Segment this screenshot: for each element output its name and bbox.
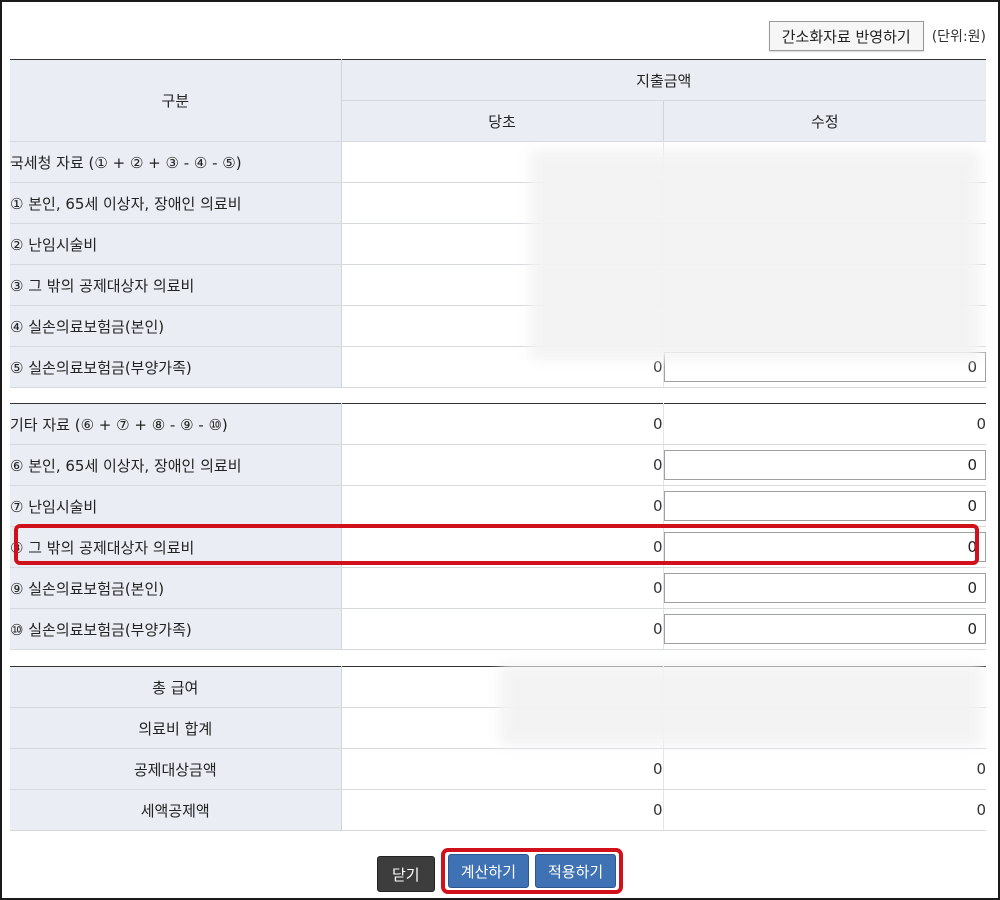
row-label: 총 급여 — [10, 666, 342, 708]
row-label: 세액공제액 — [10, 789, 342, 831]
row-label: ⑥ 본인, 65세 이상자, 장애인 의료비 — [10, 444, 342, 486]
table-row: ⑨ 실손의료보험금(본인) 0 — [10, 567, 986, 609]
table-row: ⑥ 본인, 65세 이상자, 장애인 의료비 0 — [10, 444, 986, 486]
header-category: 구분 — [10, 59, 342, 142]
modified-input[interactable] — [663, 450, 986, 480]
original-value: 0 — [341, 567, 664, 609]
original-value: 0 — [341, 403, 664, 445]
action-bar: 닫기 계산하기 적용하기 — [0, 848, 1000, 894]
header-modified: 수정 — [663, 100, 987, 142]
original-value: 0 — [341, 789, 664, 831]
modified-input[interactable] — [663, 573, 986, 603]
table-row: 공제대상금액 0 0 — [10, 748, 986, 790]
table-row: ⑧ 그 밖의 공제대상자 의료비 0 — [10, 526, 986, 568]
row-label: 국세청 자료 (① + ② + ③ - ④ - ⑤) — [10, 141, 342, 183]
unit-label: (단위:원) — [931, 29, 986, 45]
header-original: 당초 — [341, 100, 664, 142]
redacted-area — [530, 150, 980, 360]
table-row: 기타 자료 (⑥ + ⑦ + ⑧ - ⑨ - ⑩) 0 0 — [10, 403, 986, 445]
modified-value: 0 — [663, 403, 986, 445]
modified-value: 0 — [663, 748, 986, 790]
original-value: 0 — [341, 608, 664, 650]
row-label: ⑤ 실손의료보험금(부양가족) — [10, 346, 342, 388]
row-label: ⑩ 실손의료보험금(부양가족) — [10, 608, 342, 650]
row-label: 의료비 합계 — [10, 707, 342, 749]
close-button[interactable]: 닫기 — [376, 856, 435, 892]
original-value: 0 — [341, 526, 664, 568]
toolbar: 간소화자료 반영하기 (단위:원) — [768, 20, 986, 52]
highlighted-button-group: 계산하기 적용하기 — [440, 848, 624, 894]
row-label: ④ 실손의료보험금(본인) — [10, 305, 342, 347]
row-label: ③ 그 밖의 공제대상자 의료비 — [10, 264, 342, 306]
row-label: ① 본인, 65세 이상자, 장애인 의료비 — [10, 182, 342, 224]
header-amount: 지출금액 — [341, 59, 987, 101]
reflect-simplified-data-button[interactable]: 간소화자료 반영하기 — [768, 21, 924, 51]
modified-input[interactable] — [663, 614, 986, 644]
row-label: ⑧ 그 밖의 공제대상자 의료비 — [10, 526, 342, 568]
other-table: 기타 자료 (⑥ + ⑦ + ⑧ - ⑨ - ⑩) 0 0 ⑥ 본인, 65세 … — [10, 403, 986, 650]
original-value: 0 — [341, 748, 664, 790]
modified-input[interactable] — [663, 532, 986, 562]
modified-value: 0 — [663, 789, 986, 831]
redacted-area — [500, 664, 982, 746]
row-label: 기타 자료 (⑥ + ⑦ + ⑧ - ⑨ - ⑩) — [10, 403, 342, 445]
table-row: 세액공제액 0 0 — [10, 789, 986, 831]
original-value: 0 — [341, 485, 664, 527]
row-label: 공제대상금액 — [10, 748, 342, 790]
row-label: ② 난임시술비 — [10, 223, 342, 265]
row-label: ⑨ 실손의료보험금(본인) — [10, 567, 342, 609]
original-value: 0 — [341, 444, 664, 486]
table-row: ⑩ 실손의료보험금(부양가족) 0 — [10, 608, 986, 650]
row-label: ⑦ 난임시술비 — [10, 485, 342, 527]
modified-input[interactable] — [663, 491, 986, 521]
calculate-button[interactable]: 계산하기 — [447, 854, 529, 888]
table-row: ⑦ 난임시술비 0 — [10, 485, 986, 527]
apply-button[interactable]: 적용하기 — [535, 854, 617, 888]
